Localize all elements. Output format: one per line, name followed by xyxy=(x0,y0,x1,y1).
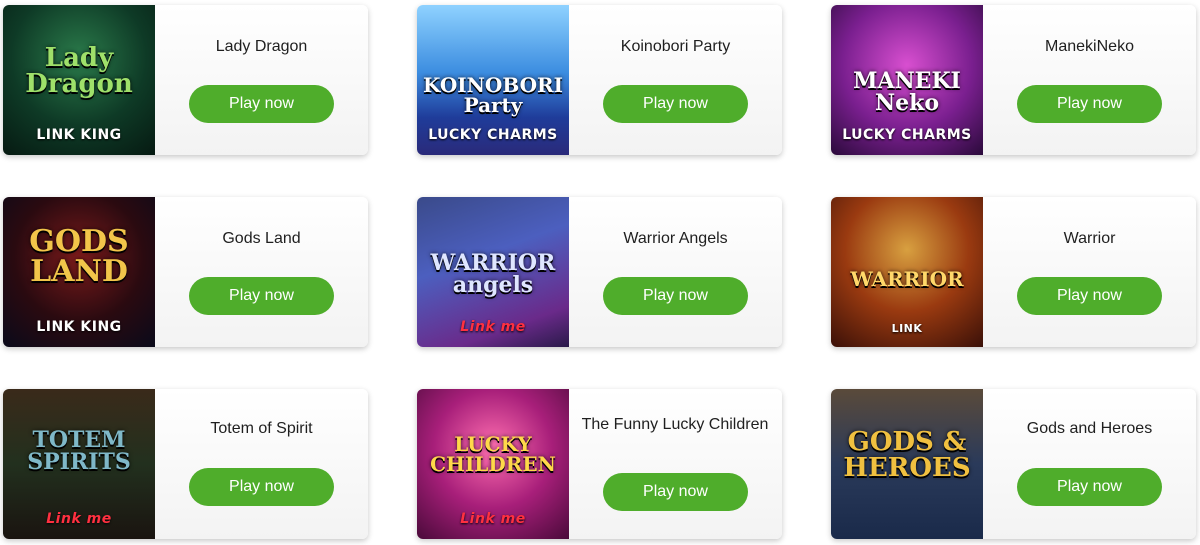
thumbnail-badge: Link me xyxy=(460,511,526,527)
game-thumbnail[interactable]: WARRIOR angels Link me xyxy=(417,197,569,347)
game-card-manekineko[interactable]: MANEKI Neko LUCKY CHARMS ManekiNeko Play… xyxy=(831,5,1196,155)
play-now-button[interactable]: Play now xyxy=(189,277,334,315)
game-card-funny-lucky-children[interactable]: LUCKY CHILDREN Link me The Funny Lucky C… xyxy=(417,389,782,539)
game-card-gods-land[interactable]: GODS LAND LINK KING Gods Land Play now xyxy=(3,197,368,347)
game-card-gods-and-heroes[interactable]: GODS & HEROES Gods and Heroes Play now xyxy=(831,389,1196,539)
game-thumbnail[interactable]: KOINOBORI Party LUCKY CHARMS xyxy=(417,5,569,155)
game-card-koinobori-party[interactable]: KOINOBORI Party LUCKY CHARMS Koinobori P… xyxy=(417,5,782,155)
games-grid: Lady Dragon LINK KING Lady Dragon Play n… xyxy=(0,0,1200,545)
game-title: Koinobori Party xyxy=(620,38,731,55)
game-card-totem-of-spirit[interactable]: TOTEM SPIRITS Link me Totem of Spirit Pl… xyxy=(3,389,368,539)
game-thumbnail[interactable]: TOTEM SPIRITS Link me xyxy=(3,389,155,539)
game-title: Warrior xyxy=(1063,230,1116,247)
play-now-button[interactable]: Play now xyxy=(1017,468,1162,506)
thumbnail-title: WARRIOR angels xyxy=(430,250,556,298)
play-now-button[interactable]: Play now xyxy=(603,473,748,511)
game-info: Totem of Spirit Play now xyxy=(155,389,368,539)
game-card-warrior-angels[interactable]: WARRIOR angels Link me Warrior Angels Pl… xyxy=(417,197,782,347)
game-info: Koinobori Party Play now xyxy=(569,5,782,155)
thumbnail-badge: LINK KING xyxy=(36,319,122,335)
game-title: Gods and Heroes xyxy=(1026,420,1153,437)
game-title: ManekiNeko xyxy=(1045,38,1134,55)
game-thumbnail[interactable]: LUCKY CHILDREN Link me xyxy=(417,389,569,539)
thumbnail-title: MANEKI Neko xyxy=(853,68,961,116)
game-title: Totem of Spirit xyxy=(210,420,313,437)
play-now-button[interactable]: Play now xyxy=(603,85,748,123)
game-info: Gods and Heroes Play now xyxy=(983,389,1196,539)
game-title: Warrior Angels xyxy=(623,230,728,247)
thumbnail-title: GODS LAND xyxy=(29,224,129,289)
thumbnail-title: WARRIOR xyxy=(850,267,964,291)
thumbnail-title: LUCKY CHILDREN xyxy=(430,432,556,476)
thumbnail-title: TOTEM SPIRITS xyxy=(27,427,131,475)
game-info: ManekiNeko Play now xyxy=(983,5,1196,155)
game-thumbnail[interactable]: GODS LAND LINK KING xyxy=(3,197,155,347)
thumbnail-title: GODS & HEROES xyxy=(843,427,971,483)
game-card-lady-dragon[interactable]: Lady Dragon LINK KING Lady Dragon Play n… xyxy=(3,5,368,155)
thumbnail-badge: LUCKY CHARMS xyxy=(842,127,972,143)
game-info: Lady Dragon Play now xyxy=(155,5,368,155)
game-title: Gods Land xyxy=(222,230,301,247)
thumbnail-badge: LINK xyxy=(891,322,923,335)
play-now-button[interactable]: Play now xyxy=(1017,85,1162,123)
game-info: Warrior Play now xyxy=(983,197,1196,347)
game-thumbnail[interactable]: MANEKI Neko LUCKY CHARMS xyxy=(831,5,983,155)
game-info: Gods Land Play now xyxy=(155,197,368,347)
game-info: Warrior Angels Play now xyxy=(569,197,782,347)
play-now-button[interactable]: Play now xyxy=(189,85,334,123)
game-card-warrior[interactable]: WARRIOR LINK Warrior Play now xyxy=(831,197,1196,347)
thumbnail-badge: Link me xyxy=(46,511,112,527)
game-thumbnail[interactable]: GODS & HEROES xyxy=(831,389,983,539)
game-thumbnail[interactable]: Lady Dragon LINK KING xyxy=(3,5,155,155)
game-title: Lady Dragon xyxy=(215,38,308,55)
play-now-button[interactable]: Play now xyxy=(189,468,334,506)
play-now-button[interactable]: Play now xyxy=(1017,277,1162,315)
thumbnail-title: KOINOBORI Party xyxy=(423,73,563,117)
game-thumbnail[interactable]: WARRIOR LINK xyxy=(831,197,983,347)
thumbnail-title: Lady Dragon xyxy=(25,43,133,99)
game-title: The Funny Lucky Children xyxy=(581,416,769,433)
thumbnail-badge: LUCKY CHARMS xyxy=(428,127,558,143)
play-now-button[interactable]: Play now xyxy=(603,277,748,315)
thumbnail-badge: LINK KING xyxy=(36,127,122,143)
game-info: The Funny Lucky Children Play now xyxy=(569,389,782,539)
thumbnail-badge: Link me xyxy=(460,319,526,335)
